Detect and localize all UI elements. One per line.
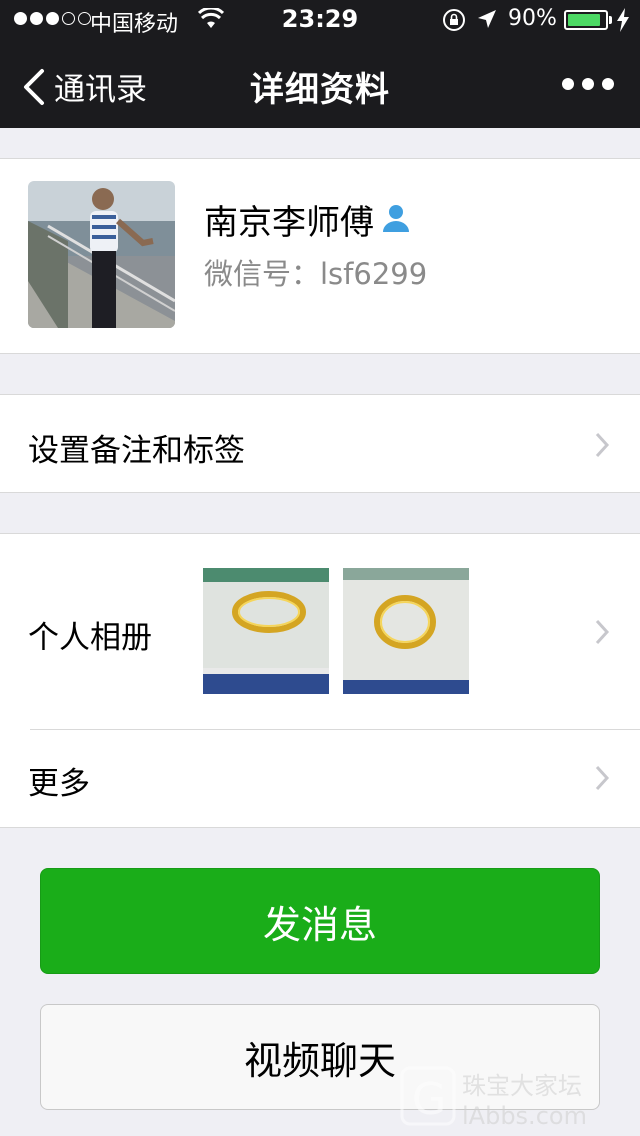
navigation-bar: 通讯录 详细资料 (0, 40, 640, 128)
album-group: 个人相册 更多 (0, 533, 640, 828)
chevron-right-icon (595, 619, 610, 645)
battery-icon (564, 10, 608, 30)
more-dots-icon[interactable] (562, 78, 614, 90)
watermark-cn: 珠宝大家坛 (462, 1072, 582, 1100)
personal-album-row[interactable]: 个人相册 (0, 534, 640, 729)
avatar[interactable] (28, 181, 175, 328)
album-thumbnail[interactable] (343, 568, 469, 694)
chevron-right-icon (595, 765, 610, 791)
set-remark-label: 设置备注和标签 (28, 433, 245, 469)
location-icon (476, 8, 498, 36)
personal-album-label: 个人相册 (28, 620, 152, 656)
set-remark-row[interactable]: 设置备注和标签 (0, 394, 640, 493)
more-row[interactable]: 更多 (0, 730, 640, 828)
more-label: 更多 (28, 766, 90, 802)
wechat-id: 微信号：lsf6299 (204, 257, 428, 291)
contact-person-icon (380, 202, 412, 238)
top-bar: 中国移动 23:29 90% 通讯录 详细资料 (0, 0, 640, 128)
chevron-right-icon (595, 432, 610, 458)
status-bar: 中国移动 23:29 90% (0, 0, 640, 40)
contact-name: 南京李师傅 (204, 203, 374, 243)
album-thumbnail[interactable] (203, 568, 329, 694)
battery-percentage: 90% (508, 6, 557, 31)
send-message-button[interactable]: 发消息 (40, 868, 600, 974)
watermark: G 珠宝大家坛 lAbbs.com (398, 1062, 634, 1136)
watermark-en: lAbbs.com (462, 1102, 587, 1130)
svg-text:G: G (412, 1074, 446, 1125)
charging-bolt-icon (616, 8, 630, 38)
battery-tip (609, 16, 612, 24)
name-row: 南京李师傅 (204, 195, 412, 244)
rotation-lock-icon (442, 8, 466, 38)
page-title: 详细资料 (250, 70, 390, 110)
profile-card: 南京李师傅 微信号：lsf6299 (0, 158, 640, 354)
